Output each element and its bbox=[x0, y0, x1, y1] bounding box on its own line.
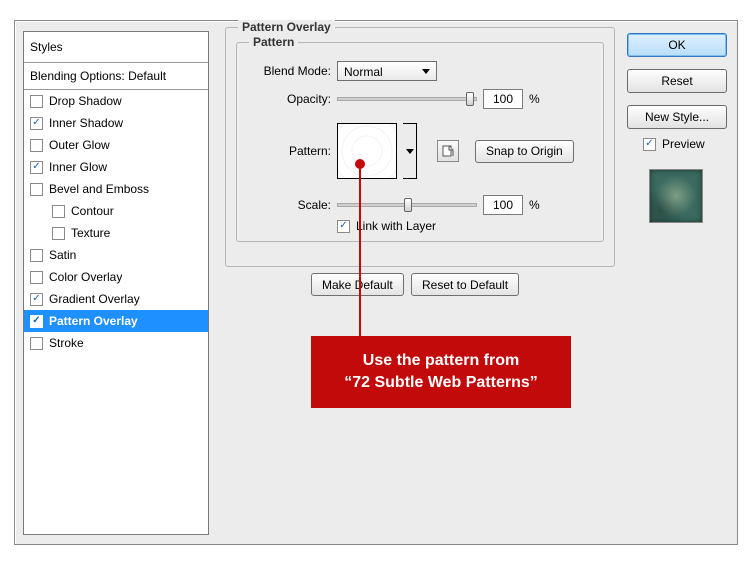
style-item-pattern-overlay[interactable]: ✓ Pattern Overlay bbox=[24, 310, 208, 332]
style-item-label: Outer Glow bbox=[49, 138, 110, 152]
reset-to-default-button[interactable]: Reset to Default bbox=[411, 273, 519, 296]
pattern-overlay-group: Pattern Overlay Pattern Blend Mode: Norm… bbox=[225, 27, 615, 267]
link-with-layer-checkbox[interactable]: ✓ bbox=[337, 220, 350, 233]
style-item-label: Texture bbox=[71, 226, 110, 240]
styles-title[interactable]: Styles bbox=[24, 32, 208, 63]
preview-label: Preview bbox=[662, 137, 705, 151]
style-item-inner-shadow[interactable]: ✓ Inner Shadow bbox=[24, 112, 208, 134]
style-item-label: Gradient Overlay bbox=[49, 292, 140, 306]
reset-button[interactable]: Reset bbox=[627, 69, 727, 93]
slider-thumb-icon[interactable] bbox=[466, 92, 474, 106]
make-default-button[interactable]: Make Default bbox=[311, 273, 404, 296]
chevron-down-icon bbox=[422, 69, 430, 74]
style-checkbox[interactable]: ✓ bbox=[30, 161, 43, 174]
style-item-label: Inner Glow bbox=[49, 160, 107, 174]
style-checkbox[interactable] bbox=[30, 337, 43, 350]
scale-label: Scale: bbox=[291, 198, 331, 212]
style-checkbox[interactable] bbox=[30, 95, 43, 108]
pattern-group: Pattern Blend Mode: Normal Opacity: 100 … bbox=[236, 42, 604, 242]
preview-checkbox[interactable]: ✓ bbox=[643, 138, 656, 151]
reset-default-label: Reset to Default bbox=[422, 278, 508, 292]
blending-options-header[interactable]: Blending Options: Default bbox=[24, 63, 208, 90]
style-checkbox[interactable] bbox=[30, 271, 43, 284]
pattern-legend: Pattern bbox=[249, 35, 298, 49]
style-item-label: Satin bbox=[49, 248, 76, 262]
make-default-label: Make Default bbox=[322, 278, 393, 292]
style-item-contour[interactable]: Contour bbox=[24, 200, 208, 222]
style-item-inner-glow[interactable]: ✓ Inner Glow bbox=[24, 156, 208, 178]
style-item-drop-shadow[interactable]: Drop Shadow bbox=[24, 90, 208, 112]
preview-swatch bbox=[649, 169, 703, 223]
style-item-label: Pattern Overlay bbox=[49, 314, 138, 328]
scale-unit: % bbox=[529, 198, 540, 212]
pattern-swatch[interactable] bbox=[337, 123, 397, 179]
style-item-satin[interactable]: Satin bbox=[24, 244, 208, 266]
style-checkbox[interactable] bbox=[52, 205, 65, 218]
pattern-overlay-legend: Pattern Overlay bbox=[238, 20, 335, 34]
ok-label: OK bbox=[668, 38, 685, 52]
style-item-texture[interactable]: Texture bbox=[24, 222, 208, 244]
blend-mode-label: Blend Mode: bbox=[259, 64, 331, 78]
link-with-layer-label: Link with Layer bbox=[356, 219, 436, 233]
new-style-button[interactable]: New Style... bbox=[627, 105, 727, 129]
style-item-label: Bevel and Emboss bbox=[49, 182, 149, 196]
style-item-label: Stroke bbox=[49, 336, 84, 350]
annotation-callout: Use the pattern from “72 Subtle Web Patt… bbox=[311, 336, 571, 408]
annotation-line2: “72 Subtle Web Patterns” bbox=[331, 372, 551, 394]
style-item-label: Inner Shadow bbox=[49, 116, 123, 130]
style-item-stroke[interactable]: Stroke bbox=[24, 332, 208, 354]
style-checkbox[interactable] bbox=[30, 249, 43, 262]
new-style-label: New Style... bbox=[645, 110, 709, 124]
blend-mode-select[interactable]: Normal bbox=[337, 61, 437, 81]
pattern-label: Pattern: bbox=[279, 144, 331, 158]
style-checkbox[interactable]: ✓ bbox=[30, 315, 43, 328]
pattern-dropdown-button[interactable] bbox=[403, 123, 417, 179]
style-checkbox[interactable] bbox=[30, 139, 43, 152]
styles-panel: Styles Blending Options: Default Drop Sh… bbox=[23, 31, 209, 535]
annotation-line1: Use the pattern from bbox=[331, 350, 551, 372]
opacity-label: Opacity: bbox=[275, 92, 331, 106]
style-item-color-overlay[interactable]: Color Overlay bbox=[24, 266, 208, 288]
scale-input[interactable]: 100 bbox=[483, 195, 523, 215]
scale-slider[interactable] bbox=[337, 203, 477, 207]
style-item-label: Drop Shadow bbox=[49, 94, 122, 108]
opacity-slider[interactable] bbox=[337, 97, 477, 101]
opacity-input[interactable]: 100 bbox=[483, 89, 523, 109]
layer-style-dialog: Styles Blending Options: Default Drop Sh… bbox=[14, 20, 738, 545]
chevron-down-icon bbox=[406, 149, 414, 154]
page-icon bbox=[442, 145, 454, 157]
style-item-label: Contour bbox=[71, 204, 114, 218]
blend-mode-value: Normal bbox=[344, 65, 383, 79]
style-item-label: Color Overlay bbox=[49, 270, 122, 284]
slider-thumb-icon[interactable] bbox=[404, 198, 412, 212]
reset-label: Reset bbox=[661, 74, 692, 88]
style-item-bevel-and-emboss[interactable]: Bevel and Emboss bbox=[24, 178, 208, 200]
ok-button[interactable]: OK bbox=[627, 33, 727, 57]
snap-label: Snap to Origin bbox=[486, 144, 563, 158]
style-item-outer-glow[interactable]: Outer Glow bbox=[24, 134, 208, 156]
style-checkbox[interactable] bbox=[52, 227, 65, 240]
opacity-unit: % bbox=[529, 92, 540, 106]
snap-to-origin-button[interactable]: Snap to Origin bbox=[475, 140, 574, 163]
annotation-line bbox=[359, 164, 361, 336]
style-checkbox[interactable] bbox=[30, 183, 43, 196]
style-item-gradient-overlay[interactable]: ✓ Gradient Overlay bbox=[24, 288, 208, 310]
new-preset-button[interactable] bbox=[437, 140, 459, 162]
style-checkbox[interactable]: ✓ bbox=[30, 117, 43, 130]
style-checkbox[interactable]: ✓ bbox=[30, 293, 43, 306]
